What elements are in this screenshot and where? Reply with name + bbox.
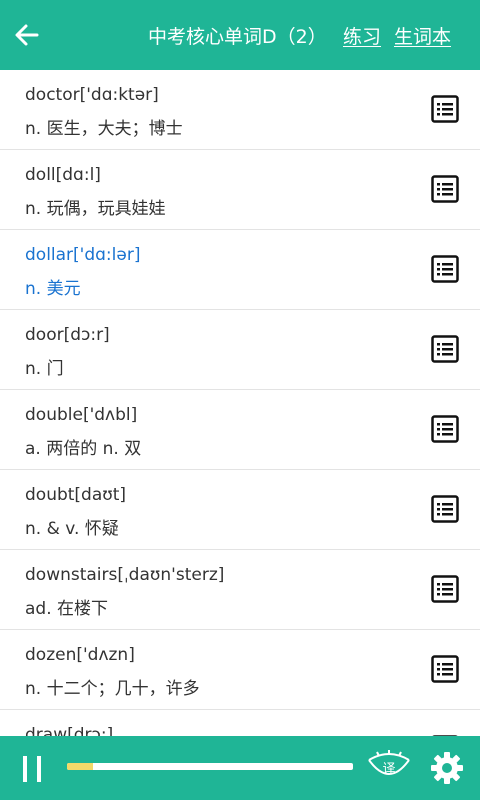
word-text: doll[dɑ:l]	[25, 165, 101, 185]
word-row[interactable]: doctor['dɑ:ktər] n. 医生，大夫；博士	[0, 70, 480, 150]
practice-link[interactable]: 练习	[343, 25, 381, 49]
pause-icon	[23, 756, 41, 782]
word-meaning: n. 医生，大夫；博士	[25, 119, 183, 139]
top-bar: 中考核心单词D（2） 练习 生词本	[0, 0, 480, 70]
word-meaning: n. 玩偶，玩具娃娃	[25, 199, 166, 219]
word-detail-button[interactable]	[431, 175, 459, 203]
word-row[interactable]: downstairs[ˌdaʊn'sterz] ad. 在楼下	[0, 550, 480, 630]
back-button[interactable]	[10, 17, 46, 53]
word-detail-button[interactable]	[431, 575, 459, 603]
word-meaning: a. 两倍的 n. 双	[25, 439, 142, 459]
translate-label: 译	[382, 762, 395, 777]
word-text: downstairs[ˌdaʊn'sterz]	[25, 565, 225, 585]
vocab-book-link[interactable]: 生词本	[394, 25, 451, 49]
word-row[interactable]: dozen['dʌzn] n. 十二个；几十，许多	[0, 630, 480, 710]
word-row[interactable]: double['dʌbl] a. 两倍的 n. 双	[0, 390, 480, 470]
list-detail-icon	[431, 95, 459, 123]
word-meaning: ad. 在楼下	[25, 599, 109, 619]
word-row[interactable]: doubt[daʊt] n. & v. 怀疑	[0, 470, 480, 550]
word-row[interactable]: draw[drɔ:]	[0, 710, 480, 736]
list-detail-icon	[431, 335, 459, 363]
settings-button[interactable]	[430, 751, 464, 785]
pause-button[interactable]	[20, 754, 46, 784]
word-detail-button[interactable]	[431, 655, 459, 683]
list-detail-icon	[431, 495, 459, 523]
word-meaning: n. 美元	[25, 279, 81, 299]
page-title: 中考核心单词D（2）	[148, 26, 327, 48]
word-text: doubt[daʊt]	[25, 485, 127, 505]
back-arrow-icon	[15, 24, 39, 46]
word-text: dozen['dʌzn]	[25, 645, 135, 665]
word-detail-button[interactable]	[431, 335, 459, 363]
word-text: double['dʌbl]	[25, 405, 138, 425]
word-meaning: n. 十二个；几十，许多	[25, 679, 200, 699]
word-detail-button[interactable]	[431, 495, 459, 523]
eye-translate-icon: 译	[368, 750, 410, 777]
gear-icon	[431, 752, 463, 784]
word-meaning: n. & v. 怀疑	[25, 519, 119, 539]
translate-toggle-button[interactable]: 译	[366, 748, 412, 788]
word-text: dollar['dɑ:lər]	[25, 245, 141, 265]
word-row[interactable]: dollar['dɑ:lər] n. 美元	[0, 230, 480, 310]
word-list: doctor['dɑ:ktər] n. 医生，大夫；博士 doll[dɑ:l] n. …	[0, 70, 480, 736]
progress-fill	[67, 763, 93, 770]
word-text: doctor['dɑ:ktər]	[25, 85, 159, 105]
list-detail-icon	[431, 655, 459, 683]
word-meaning: n. 门	[25, 359, 64, 379]
list-detail-icon	[431, 415, 459, 443]
word-row[interactable]: doll[dɑ:l] n. 玩偶，玩具娃娃	[0, 150, 480, 230]
progress-bar[interactable]	[67, 763, 353, 770]
list-detail-icon	[431, 255, 459, 283]
list-detail-icon	[431, 575, 459, 603]
word-detail-button[interactable]	[431, 255, 459, 283]
list-detail-icon	[431, 175, 459, 203]
word-text: draw[drɔ:]	[25, 725, 114, 736]
word-text: door[dɔ:r]	[25, 325, 110, 345]
word-row[interactable]: door[dɔ:r] n. 门	[0, 310, 480, 390]
word-detail-button[interactable]	[431, 415, 459, 443]
word-detail-button[interactable]	[431, 95, 459, 123]
